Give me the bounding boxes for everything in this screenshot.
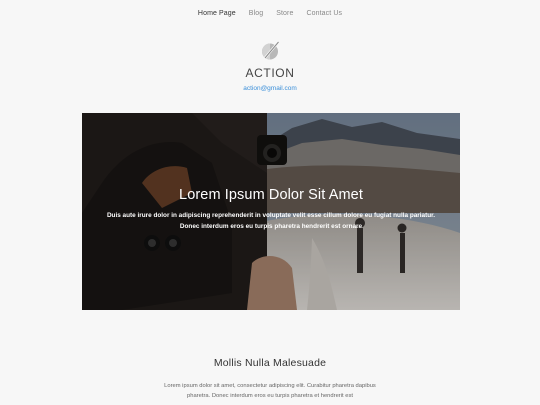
main-nav: Home Page Blog Store Contact Us xyxy=(0,10,540,17)
email-link[interactable]: action@gmail.com xyxy=(0,85,540,92)
hero-title: Lorem Ipsum Dolor Sit Amet xyxy=(179,187,363,203)
section-text: Lorem ipsum dolor sit amet, consectetur … xyxy=(164,383,376,399)
section-title: Mollis Nulla Malesuade xyxy=(213,357,327,369)
nav-item-store[interactable]: Store xyxy=(276,10,293,17)
site-title: ACTION xyxy=(245,66,295,80)
nav-item-blog[interactable]: Blog xyxy=(249,10,263,17)
slash-circle-logo-icon[interactable] xyxy=(261,41,281,61)
hero-banner: Lorem Ipsum Dolor Sit Amet Duis aute iru… xyxy=(82,113,460,310)
nav-item-home-page[interactable]: Home Page xyxy=(198,10,236,17)
hero-description: Duis aute irure dolor in adipiscing repr… xyxy=(106,212,436,230)
nav-item-contact-us[interactable]: Contact Us xyxy=(306,10,342,17)
